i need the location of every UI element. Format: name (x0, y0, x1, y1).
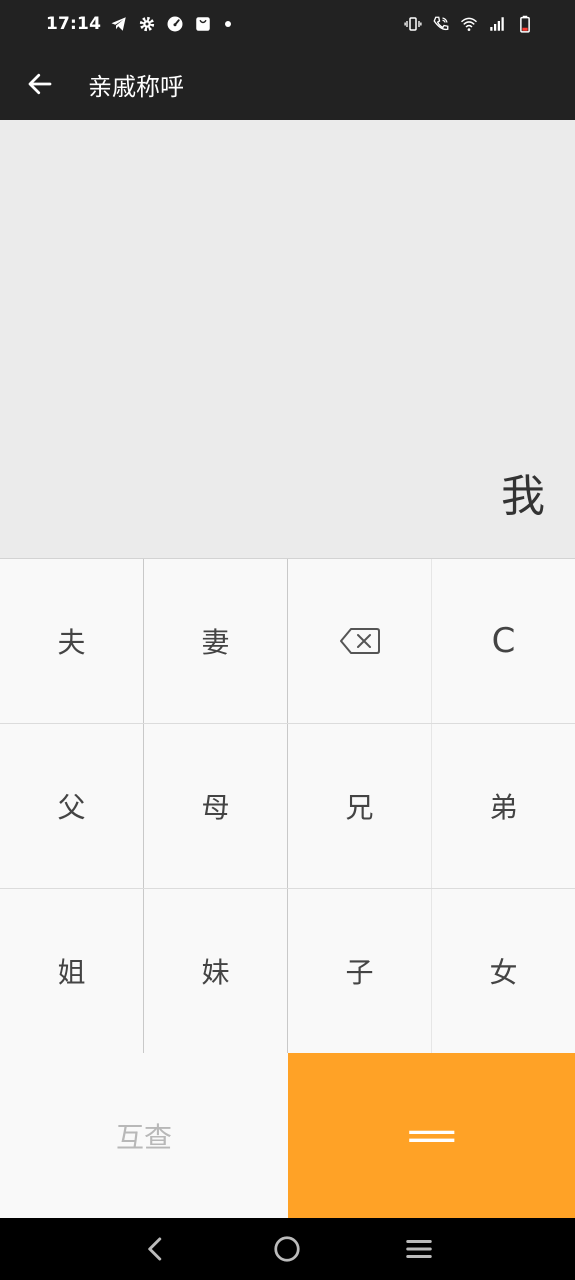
divider (0, 723, 575, 724)
telegram-icon (109, 14, 129, 34)
speedometer-icon (165, 14, 185, 34)
gear-icon (137, 14, 157, 34)
key-father[interactable]: 父 (0, 724, 143, 888)
divider (287, 559, 288, 1053)
key-elder-sister[interactable]: 姐 (0, 889, 143, 1053)
equals-label: = (401, 1112, 462, 1159)
backspace-button[interactable] (288, 559, 431, 723)
vibrate-icon (403, 14, 423, 34)
keypad: 夫 妻 C 父 母 兄 弟 姐 妹 子 女 互查 = (0, 559, 575, 1218)
page-title: 亲戚称呼 (88, 72, 184, 101)
battery-icon (515, 14, 535, 34)
key-wife[interactable]: 妻 (144, 559, 287, 723)
key-husband[interactable]: 夫 (0, 559, 143, 723)
status-right (403, 14, 535, 34)
circle-home-icon (274, 1236, 301, 1262)
key-elder-brother[interactable]: 兄 (288, 724, 431, 888)
mutual-check-button[interactable]: 互查 (0, 1053, 288, 1218)
key-younger-brother[interactable]: 弟 (432, 724, 575, 888)
divider (143, 559, 144, 1053)
backspace-icon (339, 628, 380, 654)
wifi-call-icon (431, 14, 451, 34)
shopping-bag-icon (193, 14, 213, 34)
app-screen: 17:14 亲戚称呼 我 夫 妻 C 父 母 兄 弟 姐 妹 子 女 互查 = (0, 0, 575, 1280)
clear-button[interactable]: C (432, 559, 575, 723)
result-display: 我 (0, 120, 575, 559)
wifi-icon (459, 14, 479, 34)
result-text: 我 (501, 471, 545, 522)
key-mother[interactable]: 母 (144, 724, 287, 888)
status-bar: 17:14 (0, 0, 575, 48)
nav-back-button[interactable] (126, 1218, 186, 1280)
chevron-left-icon (148, 1237, 162, 1261)
app-bar: 亲戚称呼 (0, 48, 575, 120)
notification-dot-icon (225, 21, 232, 27)
equals-button[interactable]: = (288, 1053, 575, 1218)
key-daughter[interactable]: 女 (432, 889, 575, 1053)
key-son[interactable]: 子 (288, 889, 431, 1053)
divider (431, 559, 432, 1053)
nav-menu-button[interactable] (389, 1218, 449, 1280)
divider (0, 888, 575, 889)
back-button[interactable] (0, 48, 80, 120)
system-nav-bar (0, 1218, 575, 1280)
signal-icon (487, 14, 507, 34)
key-younger-sister[interactable]: 妹 (144, 889, 287, 1053)
status-time: 17:14 (46, 14, 102, 34)
nav-home-button[interactable] (257, 1218, 317, 1280)
arrow-left-icon (28, 73, 52, 95)
status-left: 17:14 (46, 14, 232, 34)
menu-icon (406, 1240, 432, 1258)
